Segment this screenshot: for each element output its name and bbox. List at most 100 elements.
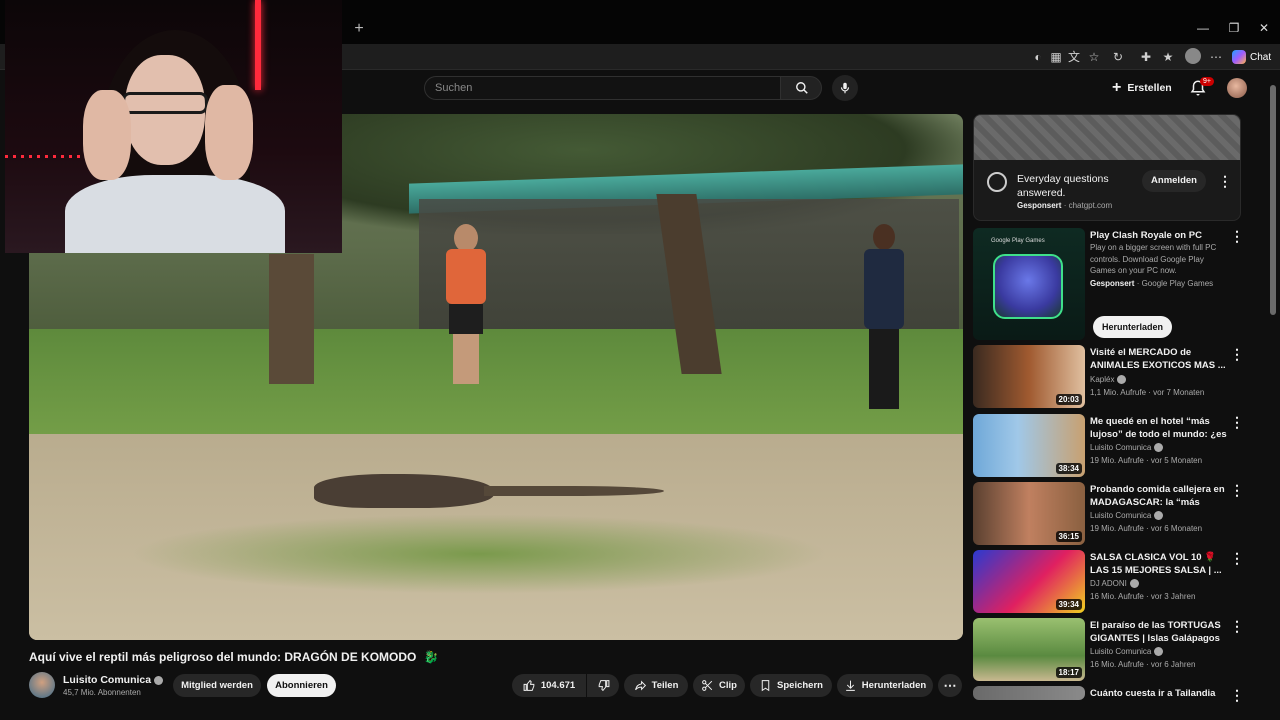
minimize-button[interactable]: — [1193, 21, 1213, 35]
webcam-overlay [5, 0, 342, 253]
rec-channel[interactable]: Luisito Comunica [1090, 647, 1164, 657]
rec-title[interactable]: Visité el MERCADO de ANIMALES EXOTICOS M… [1090, 346, 1228, 372]
share-label: Teilen [651, 680, 679, 691]
rec-more-icon[interactable]: ⋮ [1230, 688, 1244, 704]
ad-signin-button[interactable]: Anmelden [1142, 170, 1206, 192]
chat-label: Chat [1250, 51, 1272, 63]
close-window-button[interactable]: ✕ [1254, 21, 1274, 35]
ad-domain: chatgpt.com [1068, 201, 1113, 210]
duration-badge: 18:17 [1055, 667, 1082, 678]
save-button[interactable]: Speichern [750, 674, 832, 697]
scissors-icon [702, 680, 713, 691]
clip-button[interactable]: Clip [693, 674, 745, 697]
rec-thumbnail[interactable]: 18:17 [973, 618, 1085, 681]
sponsored-download-button[interactable]: Herunterladen [1093, 316, 1173, 338]
rec-more-icon[interactable]: ⋮ [1230, 415, 1244, 431]
rec-more-icon[interactable]: ⋮ [1230, 619, 1244, 635]
ad-more-icon[interactable]: ⋮ [1218, 174, 1232, 190]
download-label: Herunterladen [861, 680, 927, 691]
like-count: 104.671 [540, 680, 576, 691]
rec-meta: 19 Mio. Aufrufe · vor 5 Monaten [1090, 456, 1203, 465]
channel-name[interactable]: Luisito Comunica [63, 674, 164, 686]
google-play-games-label: Google Play Games [991, 238, 1045, 244]
rec-channel-text: Luisito Comunica [1090, 511, 1152, 520]
rec-title[interactable]: El paraíso de las TORTUGAS GIGANTES | Is… [1090, 619, 1228, 645]
search-input[interactable]: Suchen [424, 76, 780, 100]
translate-icon[interactable]: 文 [1066, 49, 1082, 65]
rec-channel[interactable]: DJ ADONI [1090, 579, 1139, 589]
refresh-icon[interactable]: ↻ [1110, 49, 1126, 65]
dislike-button[interactable] [587, 674, 619, 697]
dragon-emoji: 🐉 [423, 650, 439, 664]
rec-channel-text: DJ ADONI [1090, 579, 1127, 588]
ad-banner-image [974, 115, 1240, 160]
subscribe-button[interactable]: Abonnieren [267, 674, 336, 697]
copilot-chat-button[interactable]: Chat [1232, 48, 1271, 66]
sponsored-rec-title[interactable]: Play Clash Royale on PC [1090, 229, 1228, 242]
plus-icon: + [1112, 79, 1122, 96]
sponsored-rec-description: Play on a bigger screen with full PC con… [1090, 243, 1217, 275]
bookmark-star-icon[interactable]: ☆ [1086, 49, 1102, 65]
rec-channel[interactable]: Luisito Comunica [1090, 511, 1164, 521]
rec-thumbnail[interactable]: 36:15 [973, 482, 1085, 545]
sponsored-thumbnail[interactable]: Google Play Games [973, 228, 1085, 340]
channel-avatar[interactable] [29, 672, 55, 698]
extensions-puzzle-icon[interactable]: ✚ [1138, 49, 1154, 65]
rec-thumbnail[interactable]: 38:34 [973, 414, 1085, 477]
webcam-streamer-shirt [65, 175, 285, 253]
verified-badge-icon [154, 675, 164, 685]
rec-channel-text: Kapléx [1090, 375, 1115, 384]
rec-title[interactable]: Me quedé en el hotel “más lujoso” de tod… [1090, 415, 1228, 441]
like-button[interactable]: 104.671 [512, 674, 586, 697]
download-icon [845, 680, 855, 691]
browser-profile-avatar[interactable] [1185, 48, 1201, 64]
rec-channel-text: Luisito Comunica [1090, 443, 1152, 452]
sponsored-advertiser: Google Play Games [1141, 279, 1214, 288]
notification-badge: 9+ [1200, 77, 1214, 86]
ad-card[interactable]: Everyday questions answered. Gesponsert … [973, 114, 1241, 221]
ad-title: Everyday questions answered. [1017, 173, 1109, 199]
microphone-icon [840, 82, 850, 94]
webcam-led-light [255, 0, 261, 90]
rec-meta: 16 Mio. Aufrufe · vor 6 Jahren [1090, 660, 1196, 669]
duration-badge: 20:03 [1055, 394, 1082, 405]
sponsored-more-icon[interactable]: ⋮ [1230, 229, 1244, 245]
maximize-button[interactable]: ❐ [1224, 21, 1244, 35]
user-avatar[interactable] [1227, 78, 1247, 98]
new-tab-button[interactable]: + [350, 20, 368, 38]
bookmark-icon [761, 680, 770, 692]
video-frame-tree-trunk [269, 254, 314, 384]
duration-badge: 36:15 [1055, 531, 1082, 542]
channel-name-text: Luisito Comunica [63, 674, 152, 686]
rec-channel-text: Luisito Comunica [1090, 647, 1152, 656]
rec-title[interactable]: Probando comida callejera en MADAGASCAR:… [1090, 483, 1228, 509]
rec-title[interactable]: SALSA CLASICA VOL 10 🌹 LAS 15 MEJORES SA… [1090, 551, 1228, 577]
create-button[interactable]: + Erstellen [1112, 78, 1172, 98]
video-frame-ranger [859, 224, 909, 414]
rec-channel[interactable]: Luisito Comunica [1090, 443, 1164, 453]
rec-more-icon[interactable]: ⋮ [1230, 347, 1244, 363]
search-button[interactable] [780, 76, 822, 100]
rec-more-icon[interactable]: ⋮ [1230, 483, 1244, 499]
scrollbar-thumb[interactable] [1270, 85, 1276, 315]
clip-label: Clip [719, 680, 737, 691]
rec-thumbnail[interactable]: 39:34 [973, 550, 1085, 613]
rec-channel[interactable]: Kapléx [1090, 375, 1127, 385]
rec-title[interactable]: Cuánto cuesta ir a Tailandia [1090, 687, 1228, 700]
favorites-icon[interactable]: ★ [1160, 49, 1176, 65]
webcam-led-strip [5, 155, 85, 158]
voice-search-button[interactable] [832, 75, 858, 101]
rec-thumbnail[interactable] [973, 686, 1085, 700]
thumbs-up-icon [523, 679, 535, 691]
more-menu-icon[interactable]: ⋯ [1208, 49, 1224, 65]
more-actions-button[interactable]: ⋯ [938, 674, 962, 697]
download-button[interactable]: Herunterladen [837, 674, 933, 697]
extension-icon[interactable]: ◐ [1030, 49, 1046, 65]
join-membership-button[interactable]: Mitglied werden [173, 674, 261, 697]
rec-more-icon[interactable]: ⋮ [1230, 551, 1244, 567]
extension-icon[interactable]: ▦ [1048, 49, 1064, 65]
verified-badge-icon [1154, 647, 1164, 657]
rec-thumbnail[interactable]: 20:03 [973, 345, 1085, 408]
share-button[interactable]: Teilen [624, 674, 688, 697]
duration-badge: 39:34 [1055, 599, 1082, 610]
